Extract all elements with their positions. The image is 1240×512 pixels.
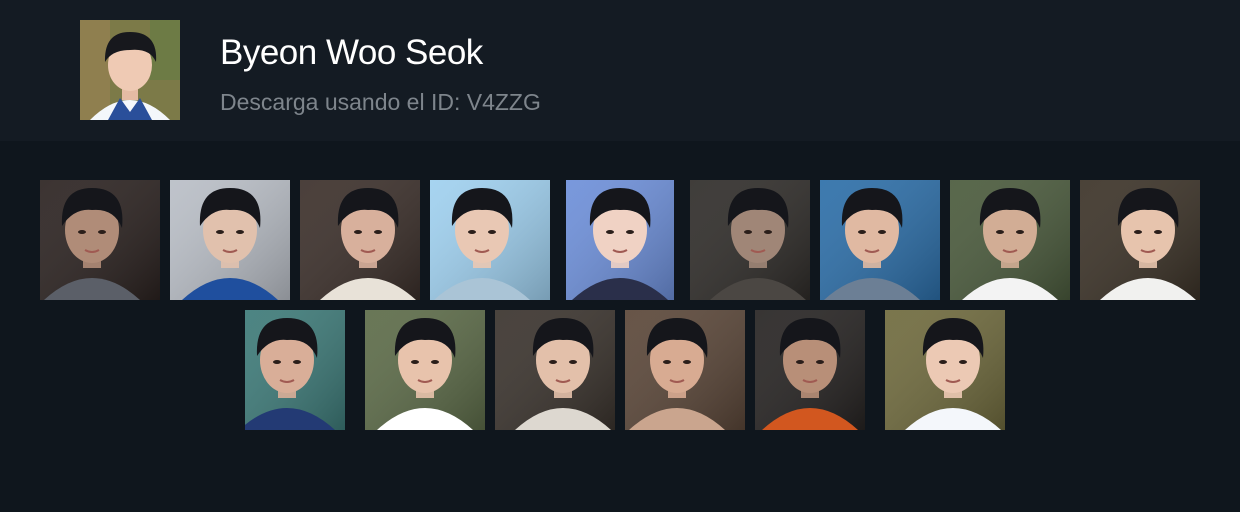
sticker-7-photo [820,180,940,300]
profile-name: Byeon Woo Seok [220,33,483,72]
sticker-5[interactable] [566,180,674,300]
sticker-4[interactable] [430,180,550,300]
sticker-6[interactable] [690,180,810,300]
sticker-8-photo [950,180,1070,300]
sticker-15-photo [885,310,1005,430]
download-id-text: Descarga usando el ID: V4ZZG [220,89,541,115]
sticker-2-photo [170,180,290,300]
avatar-portrait [80,20,180,120]
sticker-15[interactable] [885,310,1005,430]
sticker-10[interactable] [245,310,345,430]
sticker-8[interactable] [950,180,1070,300]
sticker-11-photo [365,310,485,430]
sticker-10-photo [245,310,345,430]
sticker-6-photo [690,180,810,300]
sticker-1[interactable] [40,180,160,300]
sticker-3-photo [300,180,420,300]
sticker-5-photo [566,180,674,300]
sticker-14-photo [755,310,865,430]
sticker-13-photo [625,310,745,430]
sticker-11[interactable] [365,310,485,430]
sticker-2[interactable] [170,180,290,300]
sticker-1-photo [40,180,160,300]
sticker-13[interactable] [625,310,745,430]
sticker-12-photo [495,310,615,430]
profile-avatar[interactable] [80,20,180,120]
sticker-9[interactable] [1080,180,1200,300]
sticker-14[interactable] [755,310,865,430]
sticker-3[interactable] [300,180,420,300]
profile-header: Byeon Woo Seok Descarga usando el ID: V4… [0,0,1240,141]
sticker-4-photo [430,180,550,300]
sticker-12[interactable] [495,310,615,430]
sticker-7[interactable] [820,180,940,300]
sticker-9-photo [1080,180,1200,300]
